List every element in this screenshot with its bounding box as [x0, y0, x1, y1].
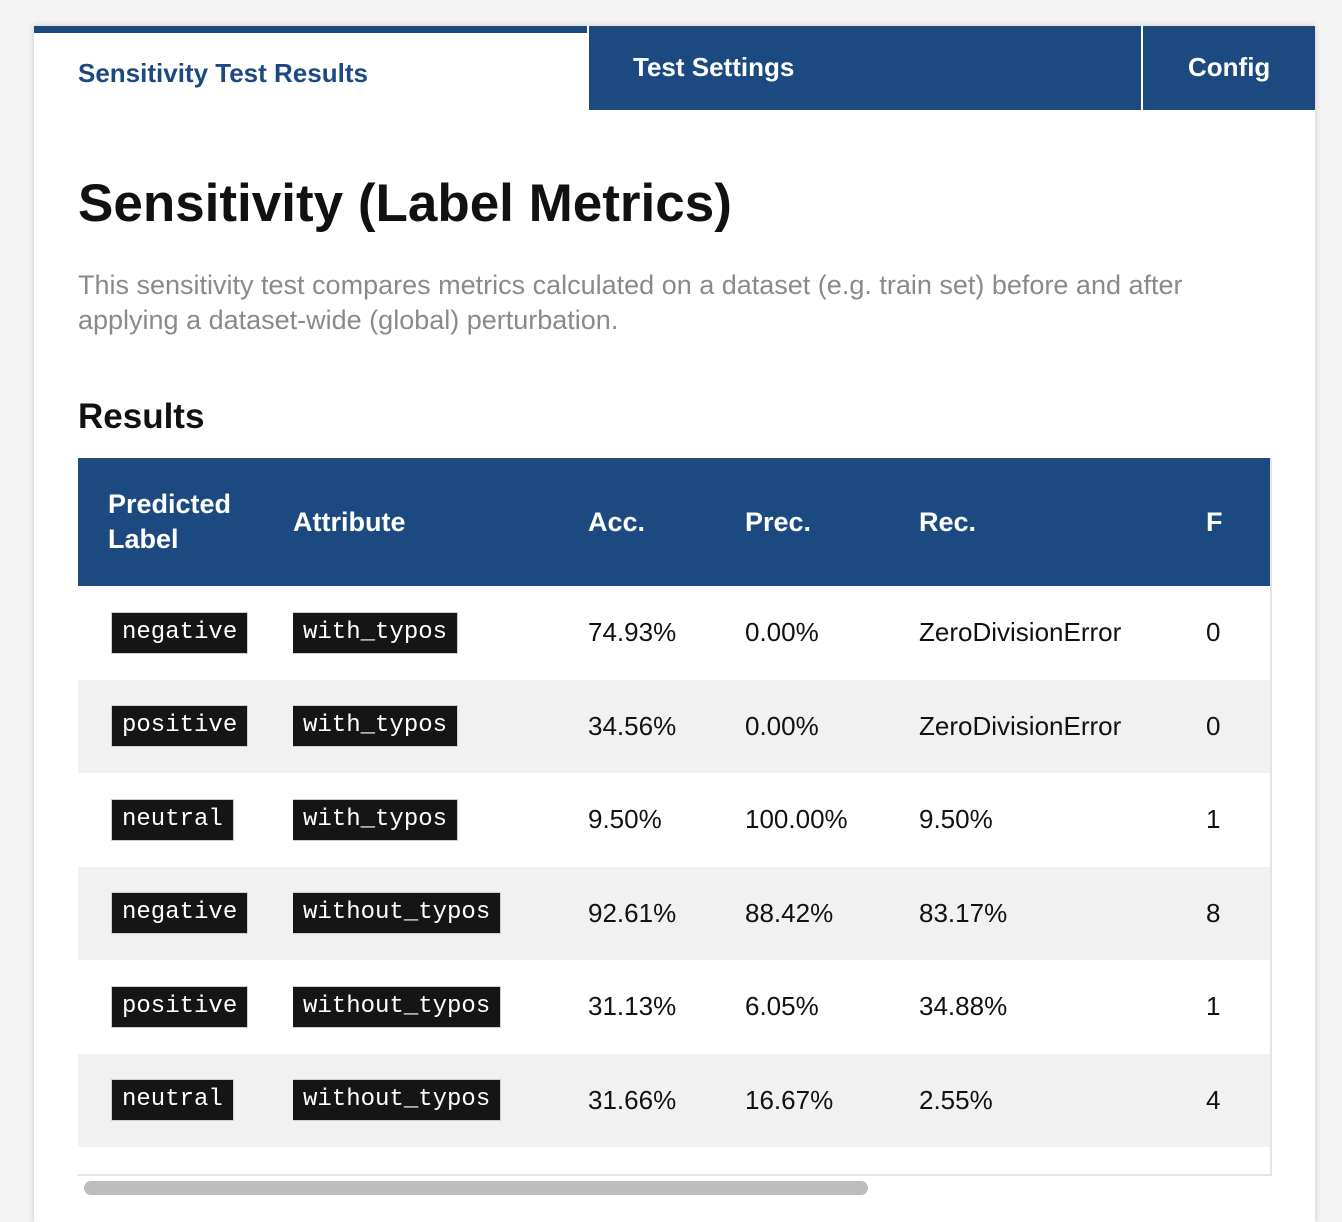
cell-f: 0 [1206, 617, 1221, 648]
horizontal-scrollbar[interactable] [78, 1178, 1272, 1198]
attribute-code-chip: with_typos [293, 706, 458, 747]
cell-attribute: with_typos [293, 586, 588, 680]
tab-test-settings[interactable]: Test Settings [589, 26, 1141, 110]
cell-accuracy: 9.50% [588, 804, 662, 835]
results-heading: Results [78, 397, 205, 436]
cell-accuracy: 31.13% [588, 991, 677, 1022]
cell-recall: 2.55% [919, 1084, 993, 1115]
cell-f: 0 [1206, 710, 1221, 741]
label-code-chip: negative [112, 893, 248, 934]
column-header-recall: Rec. [919, 506, 977, 537]
cell-f: 4 [1206, 1084, 1221, 1115]
cell-predicted-label: neutral [78, 1054, 293, 1148]
label-code-chip: positive [112, 706, 248, 747]
label-code-chip: negative [112, 612, 248, 653]
cell-f: 1 [1206, 804, 1221, 835]
table-row: neutral without_typos 31.66% 16.67% 2.55… [78, 1053, 1270, 1148]
tab-config[interactable]: Config [1143, 26, 1315, 110]
cell-accuracy: 74.93% [588, 617, 677, 648]
report-panel: Sensitivity Test Results Test Settings C… [34, 26, 1315, 1222]
attribute-code-chip: without_typos [293, 1080, 501, 1121]
cell-predicted-label: positive [78, 680, 293, 774]
attribute-code-chip: with_typos [293, 612, 458, 653]
column-header-precision: Prec. [745, 506, 812, 537]
cell-recall: 34.88% [919, 991, 1008, 1022]
column-header-accuracy: Acc. [588, 506, 646, 537]
attribute-code-chip: without_typos [293, 893, 501, 934]
cell-recall: 83.17% [919, 897, 1008, 928]
table-header-row: Predicted Label Attribute Acc. Prec. Rec… [78, 458, 1270, 586]
table-row: positive with_typos 34.56% 0.00% ZeroDiv… [78, 679, 1270, 774]
cell-recall: ZeroDivisionError [919, 710, 1122, 741]
cell-precision: 6.05% [745, 991, 819, 1022]
tab-bar: Sensitivity Test Results Test Settings C… [34, 26, 1315, 110]
cell-attribute: with_typos [293, 773, 588, 867]
table-row: negative with_typos 74.93% 0.00% ZeroDiv… [78, 586, 1270, 680]
page-title: Sensitivity (Label Metrics) [78, 174, 732, 233]
cell-precision: 100.00% [745, 804, 848, 835]
cell-precision: 16.67% [745, 1084, 834, 1115]
results-table: Predicted Label Attribute Acc. Prec. Rec… [78, 458, 1270, 1148]
results-table-container[interactable]: Predicted Label Attribute Acc. Prec. Rec… [78, 458, 1272, 1176]
column-header-attribute: Attribute [293, 506, 406, 537]
label-code-chip: positive [112, 986, 248, 1027]
cell-accuracy: 92.61% [588, 897, 677, 928]
table-row: positive without_typos 31.13% 6.05% 34.8… [78, 960, 1270, 1054]
column-header-predicted-label: Predicted Label [108, 489, 232, 554]
table-row: neutral with_typos 9.50% 100.00% 9.50% 1 [78, 773, 1270, 867]
tab-sensitivity-test-results[interactable]: Sensitivity Test Results [34, 26, 587, 110]
label-code-chip: neutral [112, 799, 233, 840]
cell-predicted-label: negative [78, 586, 293, 680]
cell-attribute: without_typos [293, 1054, 588, 1148]
column-header-f: F [1206, 506, 1223, 537]
table-row: negative without_typos 92.61% 88.42% 83.… [78, 866, 1270, 961]
cell-recall: ZeroDivisionError [919, 617, 1122, 648]
cell-precision: 0.00% [745, 710, 819, 741]
scrollbar-thumb[interactable] [84, 1181, 868, 1195]
cell-accuracy: 34.56% [588, 710, 677, 741]
cell-attribute: with_typos [293, 680, 588, 774]
cell-predicted-label: positive [78, 960, 293, 1054]
attribute-code-chip: without_typos [293, 986, 501, 1027]
cell-accuracy: 31.66% [588, 1084, 677, 1115]
cell-attribute: without_typos [293, 867, 588, 961]
cell-precision: 0.00% [745, 617, 819, 648]
label-code-chip: neutral [112, 1080, 233, 1121]
cell-precision: 88.42% [745, 897, 834, 928]
attribute-code-chip: with_typos [293, 799, 458, 840]
cell-predicted-label: neutral [78, 773, 293, 867]
cell-attribute: without_typos [293, 960, 588, 1054]
cell-f: 1 [1206, 991, 1221, 1022]
cell-predicted-label: negative [78, 867, 293, 961]
page-description: This sensitivity test compares metrics c… [78, 270, 1183, 335]
cell-recall: 9.50% [919, 804, 993, 835]
cell-f: 8 [1206, 897, 1221, 928]
